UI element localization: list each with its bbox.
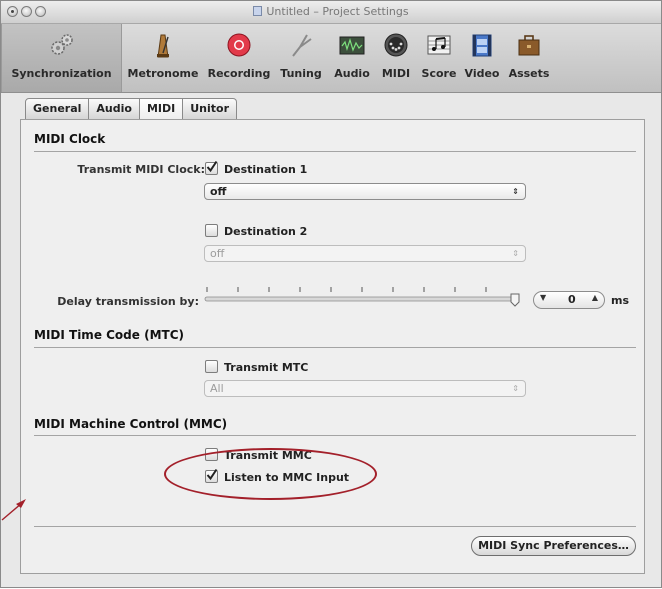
section-divider <box>34 151 636 152</box>
video-film-icon <box>472 34 492 57</box>
destination-2-checkbox[interactable] <box>205 224 218 237</box>
briefcase-icon <box>518 35 540 56</box>
toolbar-synchronization[interactable]: Synchronization <box>1 24 122 92</box>
gears-icon <box>50 34 73 55</box>
document-icon <box>253 6 263 16</box>
tab-general[interactable]: General <box>25 98 90 120</box>
tab-unitor[interactable]: Unitor <box>183 98 237 120</box>
metronome-icon <box>157 34 169 58</box>
toolbar-item-label: Score <box>421 67 457 80</box>
increment-arrow-icon[interactable]: ▲ <box>592 293 598 302</box>
toolbar-audio[interactable]: Audio <box>330 24 374 92</box>
decrement-arrow-icon[interactable]: ▼ <box>540 293 546 302</box>
destination-1-value: off <box>210 185 227 198</box>
delay-slider[interactable] <box>203 283 523 309</box>
checkmark-icon <box>206 160 218 173</box>
midi-sync-preferences-button[interactable]: MIDI Sync Preferences… <box>471 536 636 556</box>
settings-tabs: General Audio MIDI Unitor <box>25 98 237 120</box>
toolbar-assets[interactable]: Assets <box>504 24 554 92</box>
mtc-heading: MIDI Time Code (MTC) <box>34 328 184 342</box>
delay-stepper[interactable]: ▼ 0 ▲ <box>533 291 605 309</box>
window-title: Untitled – Project Settings <box>266 5 409 18</box>
toolbar-item-label: Metronome <box>127 67 199 80</box>
highlight-annotation-oval <box>164 448 377 500</box>
slider-knob[interactable] <box>510 293 520 307</box>
toolbar-item-label: MIDI <box>381 67 411 80</box>
toolbar-item-label: Assets <box>508 67 550 80</box>
toolbar-recording[interactable]: Recording <box>204 24 274 92</box>
section-divider <box>34 347 636 348</box>
mmc-heading: MIDI Machine Control (MMC) <box>34 417 228 431</box>
score-notes-icon <box>427 35 451 55</box>
transmit-mtc-checkbox[interactable] <box>205 360 218 373</box>
midi-settings-panel: MIDI Clock Transmit MIDI Clock: Destinat… <box>20 119 645 574</box>
title-bar: Untitled – Project Settings <box>1 1 661 24</box>
record-icon <box>227 33 251 57</box>
footer-divider <box>34 526 636 527</box>
destination-2-value: off <box>210 247 225 260</box>
toolbar-video[interactable]: Video <box>462 24 502 92</box>
mtc-popup-value: All <box>210 382 224 395</box>
transmit-mtc-label: Transmit MTC <box>224 361 309 374</box>
toolbar-item-label: Recording <box>207 67 271 80</box>
toolbar-item-label: Tuning <box>280 67 322 80</box>
tuning-fork-icon <box>292 34 312 57</box>
destination-1-label: Destination 1 <box>224 163 308 176</box>
tab-audio[interactable]: Audio <box>89 98 140 120</box>
popup-arrows-icon: ⇕ <box>512 187 519 196</box>
audio-waveform-icon <box>339 36 365 55</box>
midi-clock-heading: MIDI Clock <box>34 132 106 146</box>
tab-midi[interactable]: MIDI <box>139 98 184 120</box>
destination-2-popup[interactable]: off ⇕ <box>204 245 526 262</box>
toolbar-item-label: Audio <box>334 67 370 80</box>
destination-2-label: Destination 2 <box>224 225 308 238</box>
toolbar-metronome[interactable]: Metronome <box>125 24 201 92</box>
annotation-arrow-icon <box>1 499 26 521</box>
mtc-popup[interactable]: All ⇕ <box>204 380 526 397</box>
popup-arrows-icon: ⇕ <box>512 249 519 258</box>
delay-value: 0 <box>568 293 576 306</box>
toolbar-midi[interactable]: MIDI <box>377 24 415 92</box>
toolbar-score[interactable]: Score <box>418 24 460 92</box>
transmit-midi-clock-label: Transmit MIDI Clock: <box>77 163 205 176</box>
delay-transmission-label: Delay transmission by: <box>57 295 199 308</box>
popup-arrows-icon: ⇕ <box>512 384 519 393</box>
destination-1-popup[interactable]: off ⇕ <box>204 183 526 200</box>
settings-toolbar: Synchronization Metronome Recording Tuni… <box>1 24 661 93</box>
destination-1-checkbox[interactable] <box>205 160 218 175</box>
midi-connector-icon <box>384 33 408 57</box>
toolbar-item-label: Video <box>464 67 500 80</box>
toolbar-item-label: Synchronization <box>11 67 112 80</box>
delay-unit: ms <box>611 294 630 307</box>
window-title-container: Untitled – Project Settings <box>1 5 661 18</box>
project-settings-window: Untitled – Project Settings Synchronizat… <box>0 0 662 588</box>
toolbar-tuning[interactable]: Tuning <box>276 24 326 92</box>
section-divider <box>34 435 636 436</box>
